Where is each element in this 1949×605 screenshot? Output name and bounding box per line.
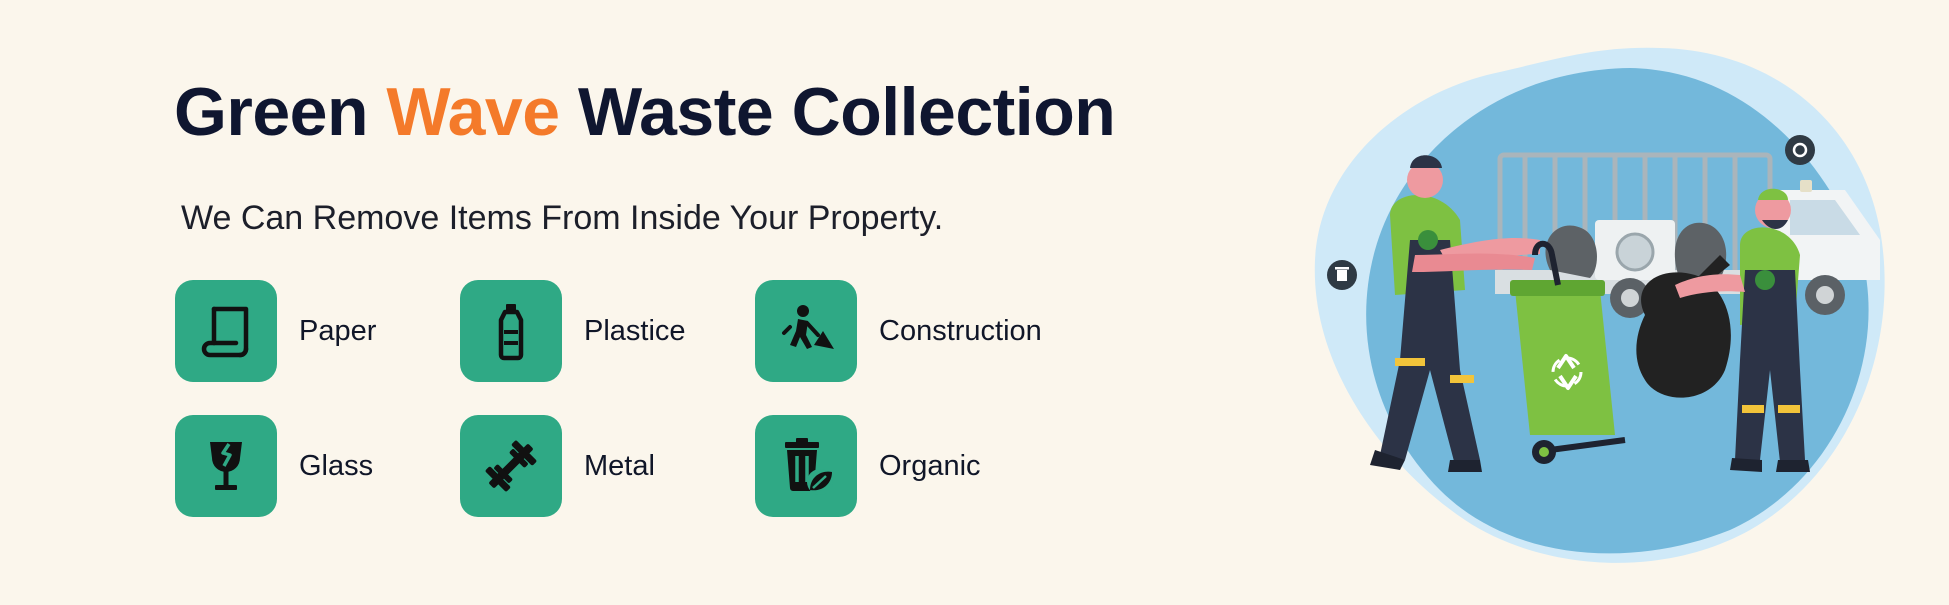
organic-bin-icon [785,438,833,495]
category-label-metal: Metal [584,449,655,482]
glass-icon-tile [175,415,277,517]
category-label-paper: Paper [299,314,377,347]
hero-illustration [1300,40,1900,585]
recycle-badge-icon [1785,135,1815,165]
construction-icon-tile [755,280,857,382]
plastic-icon-tile [460,280,562,382]
category-metal[interactable]: Metal [460,415,655,517]
metal-icon-tile [460,415,562,517]
title-part-rest: Waste Collection [559,74,1116,150]
page-title: Green Wave Waste Collection [174,72,1116,152]
dumbbell-icon [485,440,537,492]
trash-badge-icon [1327,260,1357,290]
category-label-organic: Organic [879,449,981,482]
category-label-plastic: Plastice [584,314,686,347]
category-construction[interactable]: Construction [755,280,1042,382]
construction-worker-icon [782,305,834,349]
category-plastic[interactable]: Plastice [460,280,686,382]
plastic-bottle-icon [498,304,524,361]
organic-icon-tile [755,415,857,517]
category-paper[interactable]: Paper [175,280,376,382]
title-part-green: Green [174,74,387,150]
category-organic[interactable]: Organic [755,415,981,517]
page-subtitle: We Can Remove Items From Inside Your Pro… [181,199,944,237]
title-accent-wave: Wave [386,74,560,150]
paper-icon-tile [175,280,277,382]
paper-scroll-icon [201,306,249,358]
category-label-glass: Glass [299,449,374,482]
category-glass[interactable]: Glass [175,415,373,517]
broken-glass-icon [210,442,242,490]
category-label-construction: Construction [879,314,1042,347]
